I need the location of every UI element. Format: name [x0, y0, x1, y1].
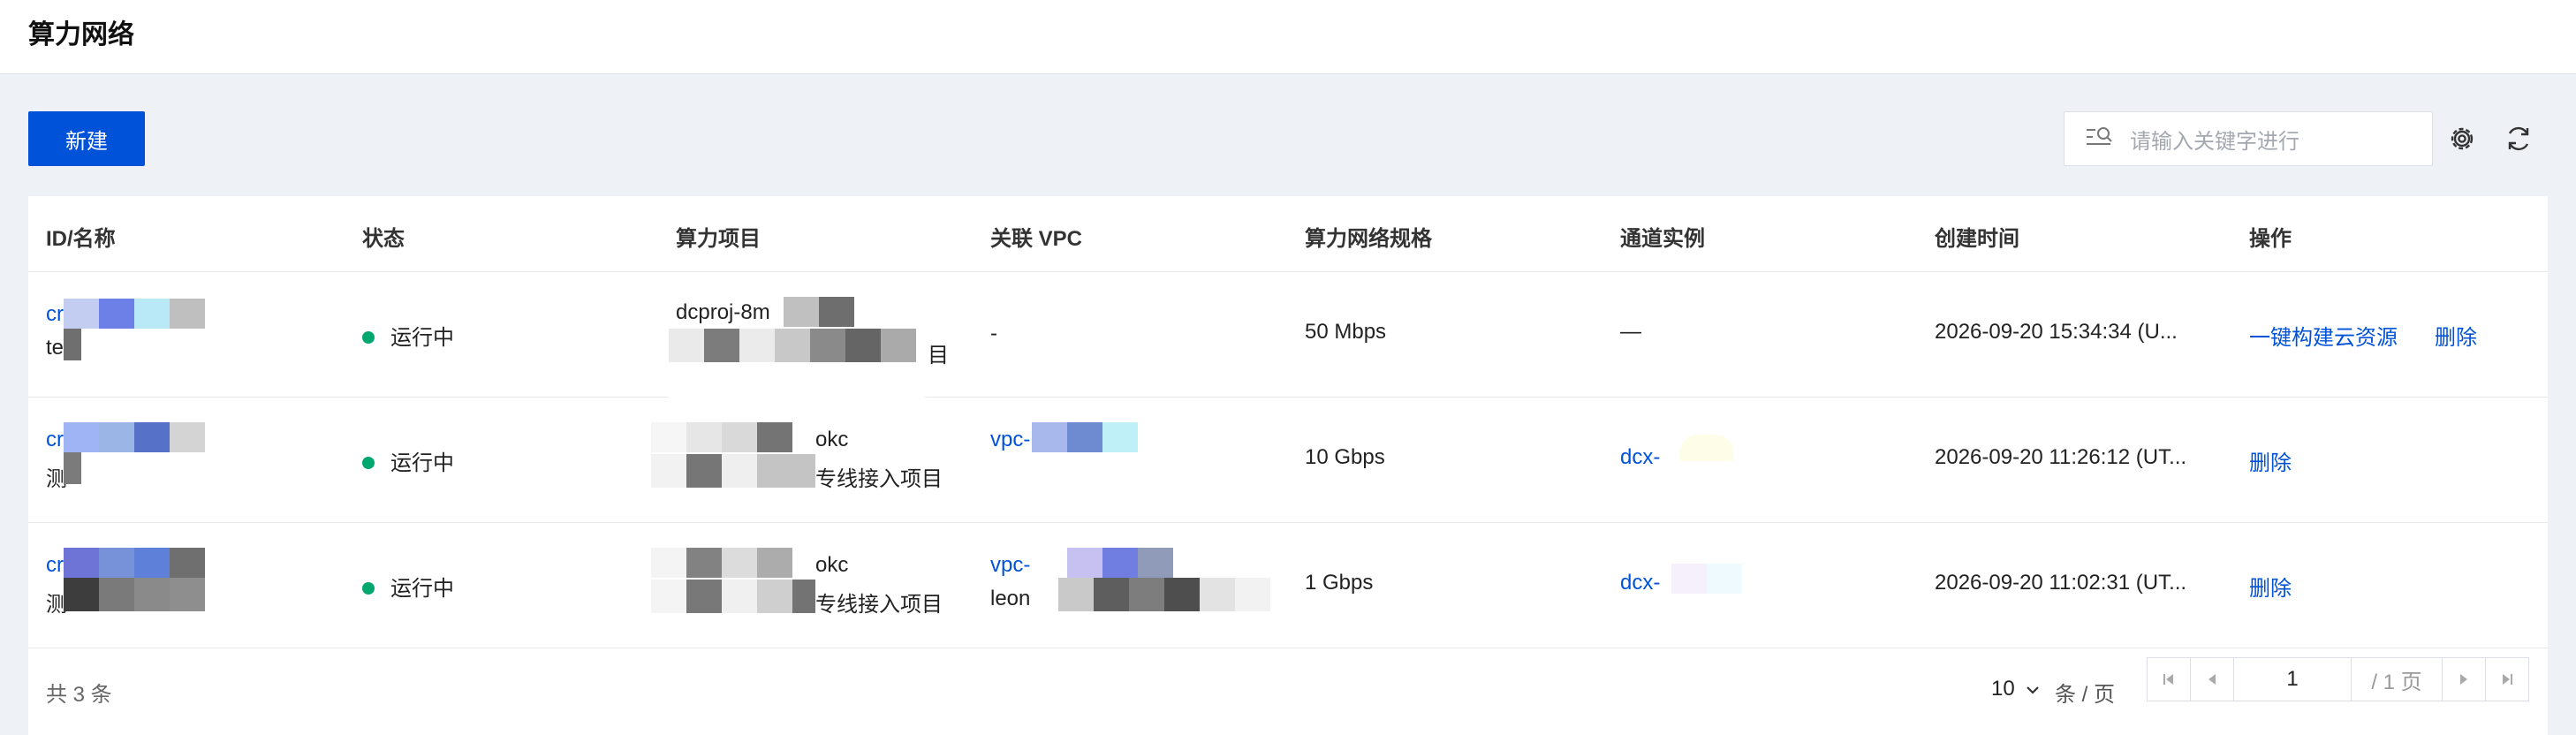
vpc-id-link[interactable]: vpc- — [990, 428, 1030, 452]
last-page-icon — [2503, 674, 2512, 685]
page-size-select[interactable]: 10 — [1991, 677, 2040, 701]
network-spec: 50 Mbps — [1305, 320, 1387, 344]
table-header: ID/名称 状态 算力项目 关联 VPC 算力网络规格 通道实例 创建时间 操作 — [28, 196, 2548, 272]
last-page-button[interactable] — [2485, 657, 2529, 701]
status: 运行中 — [362, 571, 454, 602]
prev-page-icon — [2209, 674, 2216, 685]
redacted-vpc — [1032, 422, 1164, 519]
status-running-dot — [362, 331, 375, 345]
vpc-name: leon — [990, 587, 1031, 610]
pagination: 1 / 1 页 — [2147, 657, 2529, 701]
header-created: 创建时间 — [1935, 227, 2019, 251]
next-page-icon — [2460, 674, 2467, 685]
project-id: okc — [815, 428, 849, 451]
instance-id-link[interactable]: cr — [46, 553, 64, 578]
first-page-icon — [2163, 674, 2173, 685]
channel-empty: — — [1620, 320, 1641, 344]
header-channel: 通道实例 — [1620, 227, 1705, 251]
created-time: 2026-09-20 11:26:12 (UT... — [1935, 445, 2187, 469]
status: 运行中 — [362, 445, 454, 476]
redacted-channel — [1663, 555, 1760, 643]
table-row: cr te 运行中 dcproj-8m 目 - 50 Mbps — 2026-0… — [28, 272, 2548, 403]
status-text: 运行中 — [390, 326, 454, 350]
header-status: 状态 — [362, 227, 405, 251]
page-size-unit: 条 / 页 — [2055, 683, 2116, 707]
redacted-id — [64, 299, 240, 396]
header-actions: 操作 — [2249, 227, 2292, 251]
vpc-id-link[interactable]: vpc- — [990, 553, 1030, 578]
redacted-vpc — [1032, 548, 1270, 645]
status-running-dot — [362, 582, 375, 595]
instance-id-link[interactable]: cr — [46, 428, 64, 452]
redacted-channel — [1663, 435, 1760, 514]
page-title: 算力网络 — [28, 20, 134, 49]
build-cloud-resource-link[interactable]: 一键构建云资源 — [2249, 320, 2398, 351]
channel-instance-link[interactable]: dcx- — [1620, 445, 1660, 470]
redacted-project — [651, 548, 815, 622]
status-running-dot — [362, 457, 375, 470]
status: 运行中 — [362, 320, 454, 351]
search-placeholder: 请输入关键字进行 — [2130, 129, 2299, 154]
instance-id-link[interactable]: cr — [46, 302, 64, 327]
delete-link[interactable]: 删除 — [2249, 445, 2292, 476]
status-text: 运行中 — [390, 451, 454, 475]
project-name: 专线接入项目 — [815, 467, 943, 491]
project-name: 专线接入项目 — [815, 593, 943, 617]
next-page-button[interactable] — [2442, 657, 2486, 701]
first-page-button[interactable] — [2147, 657, 2191, 701]
created-time: 2026-09-20 11:02:31 (UT... — [1935, 571, 2187, 595]
network-spec: 10 Gbps — [1305, 445, 1385, 469]
total-pages: / 1 页 — [2351, 657, 2443, 701]
total-count: 共 3 条 — [46, 683, 112, 707]
header-project: 算力项目 — [676, 227, 761, 251]
refresh-icon[interactable] — [2500, 120, 2537, 157]
instance-name: te — [46, 336, 64, 360]
delete-link[interactable]: 删除 — [2435, 320, 2477, 351]
channel-instance-link[interactable]: dcx- — [1620, 571, 1660, 595]
header-spec: 算力网络规格 — [1305, 227, 1432, 251]
prev-page-button[interactable] — [2190, 657, 2234, 701]
vpc-empty: - — [990, 322, 997, 345]
search-input[interactable]: 请输入关键字进行 — [2064, 111, 2433, 166]
new-button[interactable]: 新建 — [28, 111, 145, 166]
page-size-value: 10 — [1991, 677, 2015, 701]
redacted-id — [64, 422, 240, 519]
gear-icon[interactable] — [2443, 120, 2481, 157]
created-time: 2026-09-20 15:34:34 (U... — [1935, 320, 2178, 344]
redacted-project — [651, 422, 815, 519]
chevron-down-icon — [2026, 677, 2040, 701]
status-text: 运行中 — [390, 577, 454, 601]
table-row: cr 测 运行中 okc 专线接入项目 vpc- leon 1 Gbps dcx… — [28, 523, 2548, 648]
compute-network-table: ID/名称 状态 算力项目 关联 VPC 算力网络规格 通道实例 创建时间 操作… — [28, 196, 2548, 735]
redacted-id — [64, 548, 240, 618]
search-icon — [2086, 125, 2114, 153]
header-id-name: ID/名称 — [46, 227, 116, 251]
redacted-project — [651, 297, 943, 403]
network-spec: 1 Gbps — [1305, 571, 1374, 595]
header-vpc: 关联 VPC — [990, 227, 1083, 251]
table-row: cr 测 运行中 okc 专线接入项目 vpc- 10 Gbps dcx- 20… — [28, 398, 2548, 523]
page-header: 算力网络 — [0, 0, 2576, 74]
current-page-input[interactable]: 1 — [2233, 657, 2352, 701]
project-id: okc — [815, 553, 849, 577]
delete-link[interactable]: 删除 — [2249, 571, 2292, 602]
